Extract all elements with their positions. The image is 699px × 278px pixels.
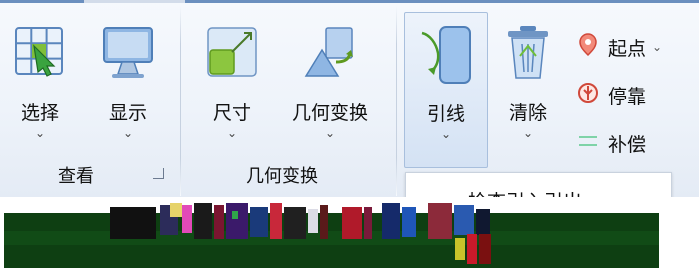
monitor-icon — [100, 16, 156, 88]
geometry-transform-button-label: 几何变换 — [291, 102, 368, 124]
trash-icon — [500, 16, 556, 88]
start-point-icon — [576, 33, 600, 61]
group-label-view: 查看 — [58, 166, 94, 187]
tab-strip-border — [185, 0, 699, 3]
group-separator — [396, 6, 397, 196]
clear-button-label: 清除 — [508, 102, 547, 124]
render-artifact-noise — [110, 203, 490, 239]
dock-label: 停靠 — [608, 85, 647, 108]
chevron-down-icon: ⌄ — [324, 126, 336, 140]
display-button-label: 显示 — [108, 102, 147, 124]
compensation-icon — [576, 129, 600, 157]
size-button-label: 尺寸 — [212, 102, 251, 124]
group-separator — [180, 6, 181, 196]
lead-line-button[interactable]: 引线 ⌄ — [404, 12, 488, 168]
ribbon: 选择 ⌄ 显示 ⌄ 查看 尺寸 ⌄ 几何变换 ⌄ 几何变换 引线 ⌄ 清除 ⌄ … — [0, 0, 699, 214]
clear-button[interactable]: 清除 ⌄ — [496, 16, 560, 166]
dock-button[interactable]: 停靠 — [576, 80, 646, 110]
lead-line-button-label: 引线 — [426, 103, 465, 125]
dock-icon — [576, 81, 600, 109]
chevron-down-icon: ⌄ — [522, 126, 534, 140]
select-button[interactable]: 选择 ⌄ — [8, 16, 72, 166]
chevron-down-icon: ⌄ — [652, 40, 663, 54]
compensation-button[interactable]: 补偿 — [576, 128, 646, 158]
active-tab-indicator — [0, 0, 84, 3]
ribbon-top-border — [0, 0, 699, 3]
select-button-label: 选择 — [20, 102, 59, 124]
transform-icon — [302, 16, 358, 88]
start-point-label: 起点 — [608, 37, 647, 60]
geometry-transform-button[interactable]: 几何变换 ⌄ — [278, 16, 382, 166]
render-artifact-block — [455, 234, 491, 264]
dialog-launcher-icon[interactable] — [153, 168, 164, 179]
resize-icon — [204, 16, 260, 88]
chevron-down-icon: ⌄ — [122, 126, 134, 140]
chevron-down-icon: ⌄ — [34, 126, 46, 140]
start-point-button[interactable]: 起点 ⌄ — [576, 32, 662, 62]
display-button[interactable]: 显示 ⌄ — [96, 16, 160, 166]
size-button[interactable]: 尺寸 ⌄ — [198, 16, 266, 166]
chevron-down-icon: ⌄ — [440, 127, 452, 141]
group-label-geometry: 几何变换 — [246, 166, 318, 187]
chevron-down-icon: ⌄ — [226, 126, 238, 140]
lead-line-icon — [418, 17, 474, 89]
select-grid-icon — [12, 16, 68, 88]
compensation-label: 补偿 — [608, 133, 647, 156]
